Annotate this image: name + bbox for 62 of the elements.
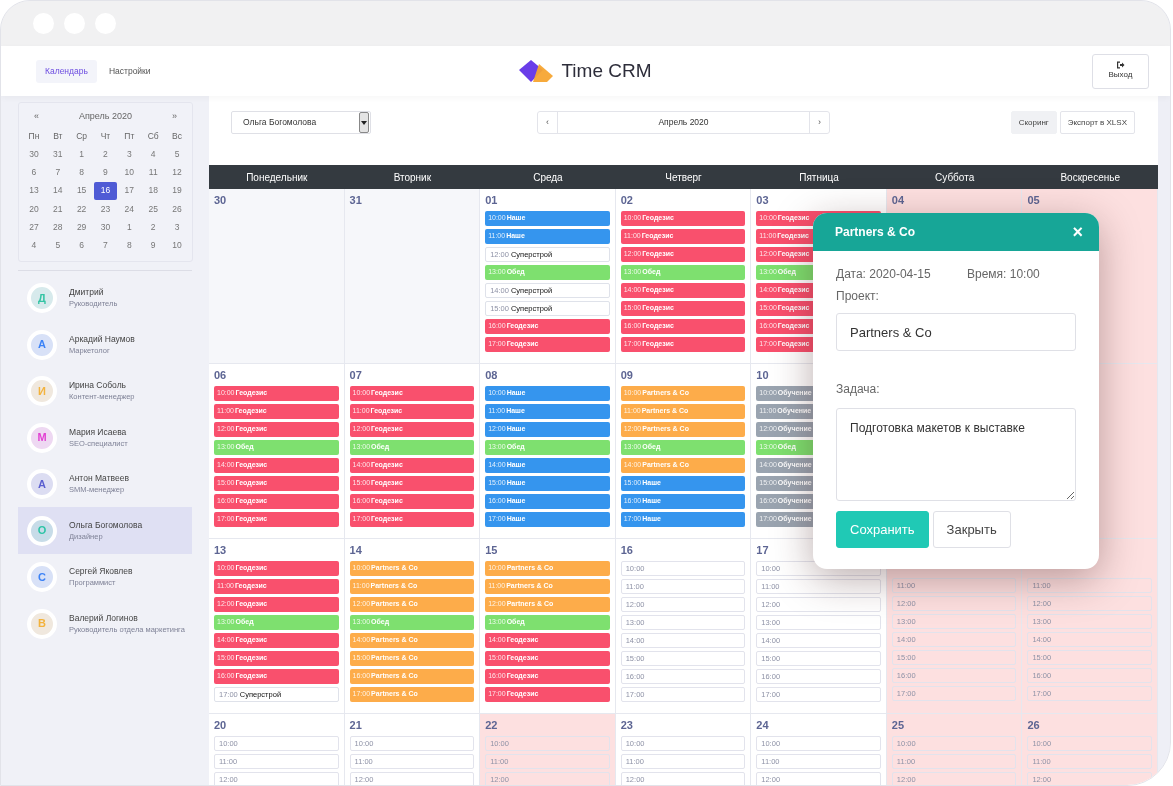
day-number: 03 — [756, 193, 770, 208]
day-number: 01 — [485, 193, 499, 208]
weekday-label: Чт — [99, 129, 112, 143]
person-name: Мария Исаева — [69, 425, 128, 438]
day-number: 13 — [214, 543, 228, 558]
day-number: 24 — [756, 718, 770, 733]
day-number: 02 — [620, 193, 634, 208]
day-number: 08 — [485, 368, 499, 383]
day-number: 15 — [485, 543, 499, 558]
day-number: 23 — [620, 718, 634, 733]
avatar: Д — [27, 283, 57, 314]
weekday-heading: Суббота — [934, 170, 976, 185]
day-number: 17 — [756, 543, 770, 558]
day-number: 04 — [891, 193, 906, 208]
weekday-heading: Понедельник — [245, 170, 309, 185]
day-number: 16 — [620, 543, 634, 558]
person-name: Антон Матвеев — [69, 472, 130, 485]
person-name: Аркадий Наумов — [69, 332, 136, 345]
day-number: 25 — [891, 718, 906, 733]
logo-text: Time CRM — [561, 58, 652, 83]
day-number: 21 — [349, 718, 363, 733]
day-number: 22 — [485, 718, 499, 733]
avatar: С — [27, 562, 57, 593]
avatar: О — [27, 515, 57, 546]
weekday-heading: Среда — [532, 170, 564, 185]
person-name: Ольга Богомолова — [69, 518, 144, 531]
time-text: Время: 10:00 — [967, 266, 1040, 283]
person-name: Сергей Яковлев — [69, 565, 134, 578]
avatar: А — [27, 469, 57, 500]
weekday-label: Пн — [27, 129, 41, 143]
day-number: 07 — [349, 368, 363, 383]
day-number: 20 — [214, 718, 228, 733]
project-label: Проект: — [836, 288, 880, 305]
person-name: Ирина Соболь — [69, 379, 128, 392]
weekday-heading: Вторник — [392, 170, 433, 185]
task-label: Задача: — [836, 381, 881, 398]
weekday-label: Ср — [75, 129, 89, 143]
day-number: 14 — [349, 543, 363, 558]
person-name: Валерий Логинов — [69, 611, 139, 624]
weekday-label: Вс — [171, 129, 184, 143]
day-number: 09 — [620, 368, 634, 383]
weekday-label: Вт — [52, 129, 64, 143]
day-number: 05 — [1027, 193, 1041, 208]
day-number: 26 — [1027, 718, 1041, 733]
weekday-label: Пт — [123, 129, 136, 143]
weekday-label: Сб — [146, 129, 160, 143]
date-text: Дата: 2020-04-15 — [836, 266, 932, 283]
weekday-heading: Четверг — [664, 170, 703, 185]
weekday-heading: Пятница — [798, 170, 840, 185]
day-number: 30 — [214, 193, 228, 208]
month-label: Апрель 2020 — [657, 116, 710, 130]
day-number: 06 — [214, 368, 228, 383]
person-name: Дмитрий — [69, 286, 105, 299]
avatar: А — [27, 329, 57, 360]
weekday-heading: Воскресенье — [1059, 170, 1121, 185]
day-number: 31 — [349, 193, 363, 208]
day-number: 10 — [756, 368, 770, 383]
dialog-title: Partners & Co — [835, 224, 916, 241]
avatar: И — [27, 376, 57, 407]
mini-calendar-title: Апрель 2020 — [78, 110, 133, 124]
avatar: В — [27, 608, 57, 639]
avatar: М — [27, 422, 57, 453]
